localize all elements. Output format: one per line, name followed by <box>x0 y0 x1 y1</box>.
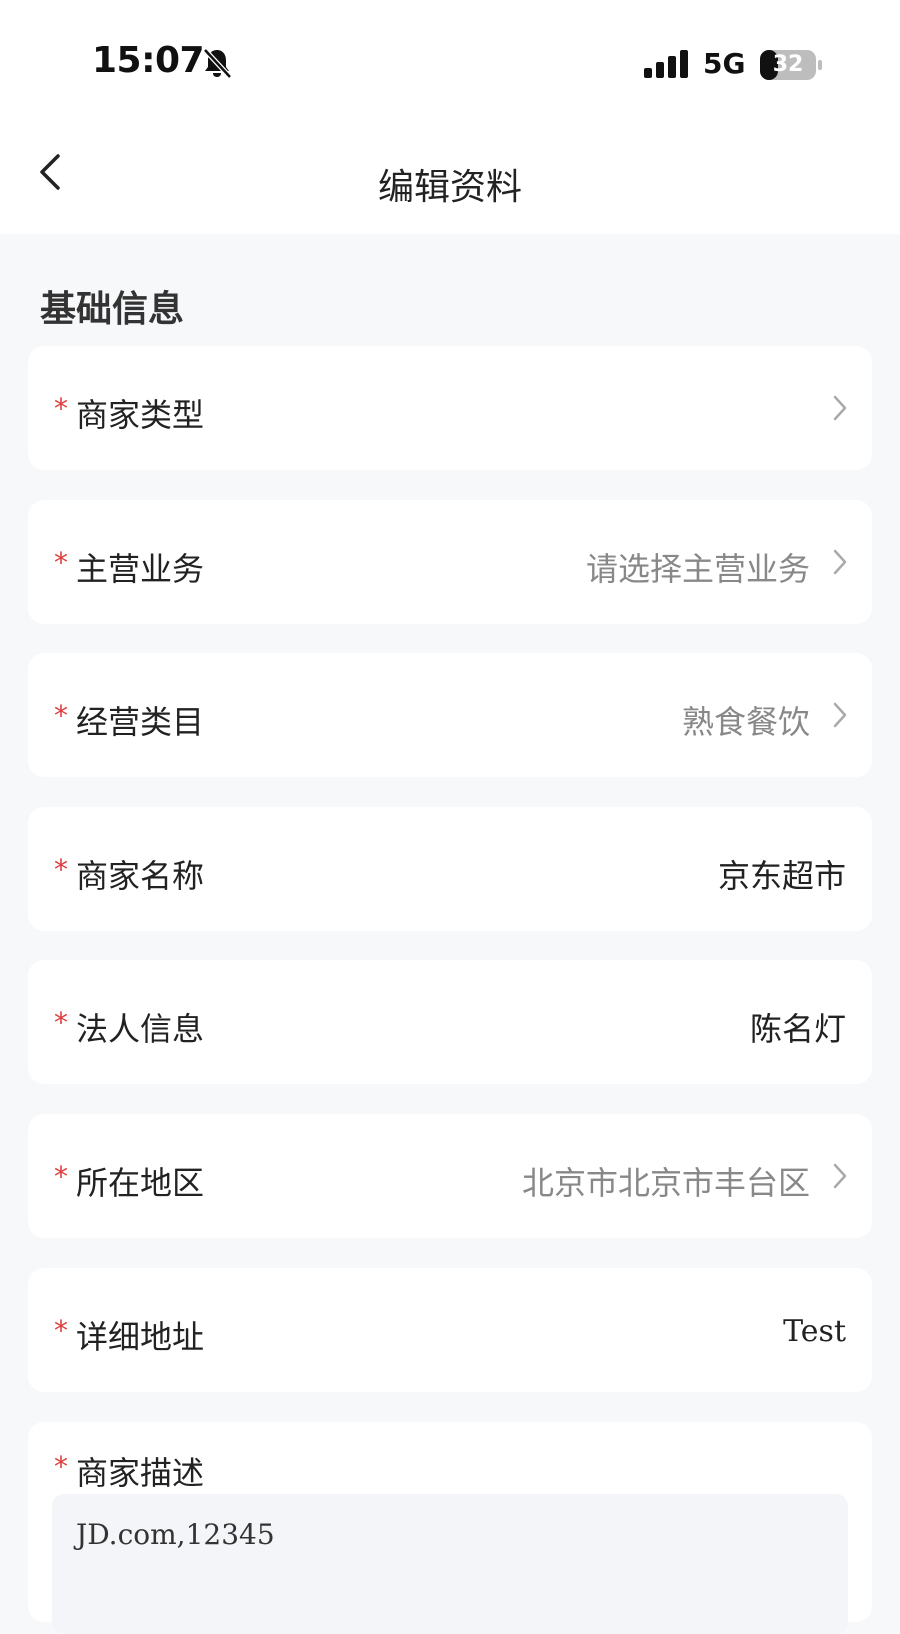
bell-muted-icon <box>203 48 232 79</box>
network-type: 5G <box>703 47 746 80</box>
legal-person-value[interactable]: 陈名灯 <box>750 1004 846 1050</box>
main-business-placeholder: 请选择主营业务 <box>585 550 810 588</box>
merchant-name-row[interactable]: * 商家名称 京东超市 <box>28 807 872 931</box>
chevron-right-icon <box>833 702 847 728</box>
description-text: JD.com,12345 <box>76 1518 275 1551</box>
region-value: 北京市北京市丰台区 <box>521 1164 810 1202</box>
row-label: 法人信息 <box>76 1010 205 1048</box>
required-mark: * <box>54 699 68 732</box>
business-category-row[interactable]: * 经营类目 熟食餐饮 <box>28 653 872 777</box>
required-mark: * <box>54 392 68 425</box>
row-label: 经营类目 <box>76 703 205 741</box>
merchant-type-row[interactable]: * 商家类型 <box>28 346 872 470</box>
signal-strength-icon <box>644 50 688 78</box>
section-title: 基础信息 <box>40 289 185 330</box>
required-mark: * <box>54 1314 68 1347</box>
required-mark: * <box>54 1160 68 1193</box>
chevron-right-icon <box>833 549 847 575</box>
battery-level: 32 <box>772 52 804 77</box>
required-mark: * <box>54 1450 68 1483</box>
detail-address-row[interactable]: * 详细地址 Test <box>28 1268 872 1392</box>
detail-address-value[interactable]: Test <box>783 1314 846 1349</box>
nav-bar: 编辑资料 <box>0 120 900 234</box>
legal-person-row[interactable]: * 法人信息 陈名灯 <box>28 960 872 1084</box>
chevron-right-icon <box>833 1163 847 1189</box>
row-label: 主营业务 <box>76 550 205 588</box>
required-mark: * <box>54 546 68 579</box>
description-label: 商家描述 <box>76 1454 205 1492</box>
status-bar: 15:07 5G 32 <box>0 0 900 120</box>
merchant-description-card: * 商家描述 JD.com,12345 <box>28 1422 872 1634</box>
row-label: 所在地区 <box>76 1164 205 1202</box>
page-title: 编辑资料 <box>377 167 522 208</box>
description-textarea[interactable]: JD.com,12345 <box>52 1494 848 1634</box>
row-label: 商家名称 <box>76 857 205 895</box>
row-value: 熟食餐饮 <box>681 703 810 741</box>
required-mark: * <box>54 1006 68 1039</box>
main-business-row[interactable]: * 主营业务 请选择主营业务 <box>28 500 872 624</box>
required-mark: * <box>54 853 68 886</box>
region-row[interactable]: * 所在地区 北京市北京市丰台区 <box>28 1114 872 1238</box>
status-time: 15:07 <box>92 40 205 81</box>
chevron-right-icon <box>833 395 847 421</box>
row-label: 商家类型 <box>76 396 205 434</box>
merchant-name-value[interactable]: 京东超市 <box>718 851 846 897</box>
row-label: 详细地址 <box>76 1318 205 1356</box>
